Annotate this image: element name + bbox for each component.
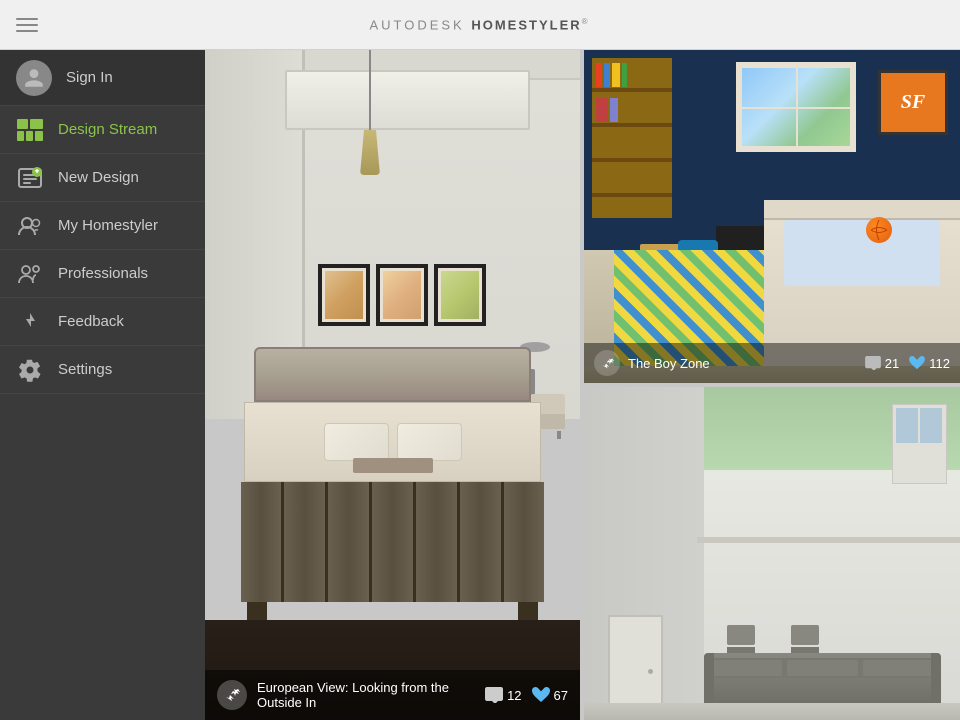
sidebar-item-professionals[interactable]: Professionals	[0, 250, 205, 298]
panel-top-right[interactable]: SF	[584, 50, 960, 383]
sidebar-item-label: My Homestyler	[58, 217, 158, 234]
sf-giants-sign: SF	[878, 70, 948, 135]
ms-floor	[584, 703, 960, 720]
pillow-left	[324, 423, 389, 461]
comment-count: 12	[507, 688, 521, 703]
professionals-icon	[16, 260, 44, 288]
bed-legs	[247, 602, 537, 620]
bz-likes: 112	[909, 356, 950, 371]
wand-icon[interactable]	[217, 680, 247, 710]
app-title: AUTODESK HOMESTYLER®	[369, 17, 590, 32]
bz-bed	[764, 200, 960, 367]
sidebar-item-label: Design Stream	[58, 121, 157, 138]
bz-comments: 21	[865, 356, 899, 371]
hamburger-menu-button[interactable]	[16, 18, 38, 32]
left-caption-stats: 12 67	[485, 687, 568, 703]
sidebar-item-settings[interactable]: Settings	[0, 346, 205, 394]
sidebar-item-label: Professionals	[58, 265, 148, 282]
settings-icon	[16, 356, 44, 384]
feedback-icon	[16, 308, 44, 336]
like-stat: 67	[532, 687, 568, 703]
sidebar: Sign In Design Stream	[0, 50, 205, 720]
sidebar-item-feedback[interactable]: Feedback	[0, 298, 205, 346]
bz-comment-count: 21	[885, 356, 899, 371]
bz-like-count: 112	[929, 356, 950, 371]
bedroom-image	[205, 50, 580, 720]
comment-stat: 12	[485, 687, 521, 703]
sidebar-item-label: New Design	[58, 169, 139, 186]
modern-interior-image	[584, 387, 960, 720]
bed-mattress	[244, 402, 541, 482]
new-design-icon	[16, 164, 44, 192]
bz-basketball	[866, 217, 892, 243]
bz-shelves	[592, 58, 672, 218]
art-frame-3	[434, 264, 486, 326]
bed-headboard	[254, 347, 531, 402]
bz-window	[736, 62, 856, 152]
sidebar-item-new-design[interactable]: New Design	[0, 154, 205, 202]
bed	[224, 347, 562, 620]
sidebar-item-label: Settings	[58, 361, 112, 378]
pendant-lamp	[360, 50, 380, 175]
ms-ledge	[697, 537, 960, 543]
bed-tray	[353, 458, 433, 473]
signin-label: Sign In	[66, 69, 113, 86]
bz-wand-icon[interactable]	[594, 350, 620, 376]
bz-title: The Boy Zone	[628, 356, 857, 371]
sidebar-signin-button[interactable]: Sign In	[0, 50, 205, 106]
bz-stats: 21 112	[865, 356, 950, 371]
main-content: European View: Looking from the Outside …	[205, 50, 960, 720]
art-frame-2	[376, 264, 428, 326]
pillow-right	[397, 423, 462, 461]
art-frame-1	[318, 264, 370, 326]
sidebar-item-my-homestyler[interactable]: My Homestyler	[0, 202, 205, 250]
panel-bottom-right[interactable]	[584, 387, 960, 720]
app-header: AUTODESK HOMESTYLER®	[0, 0, 960, 50]
panel-left[interactable]: European View: Looking from the Outside …	[205, 50, 580, 720]
sidebar-item-design-stream[interactable]: Design Stream	[0, 106, 205, 154]
boy-zone-image: SF	[584, 50, 960, 383]
design-stream-icon	[16, 116, 44, 144]
art-frames	[318, 264, 486, 326]
left-caption-text: European View: Looking from the Outside …	[257, 680, 475, 710]
like-count: 67	[554, 688, 568, 703]
sidebar-item-label: Feedback	[58, 313, 124, 330]
ms-left-wall	[584, 387, 704, 720]
my-homestyler-icon	[16, 212, 44, 240]
boy-zone-caption: The Boy Zone 21 112	[584, 343, 960, 383]
avatar	[16, 60, 52, 96]
left-panel-caption: European View: Looking from the Outside …	[205, 670, 580, 720]
ceiling-detail	[285, 70, 530, 130]
panel-right: SF	[584, 50, 960, 720]
ms-sofa	[704, 653, 941, 703]
bed-base	[241, 482, 545, 602]
